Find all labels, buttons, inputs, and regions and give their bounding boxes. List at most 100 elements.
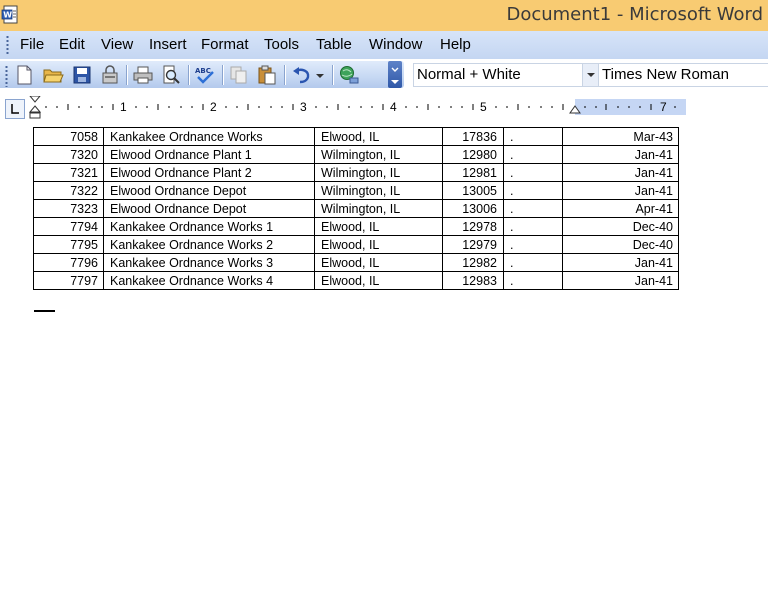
menu-view[interactable]: View [101,36,133,53]
table-cell[interactable]: Kankakee Ordnance Works 2 [103,235,315,254]
table-cell[interactable]: 7320 [33,145,104,164]
table-cell[interactable]: Mar-43 [562,127,679,146]
table-cell[interactable]: 7323 [33,199,104,218]
title-bar[interactable]: W Document1 - Microsoft Word [0,0,768,31]
table-cell[interactable]: . [503,271,563,290]
table-cell[interactable]: . [503,181,563,200]
table-cell[interactable]: 12983 [442,271,504,290]
table-cell[interactable]: Elwood, IL [314,271,443,290]
copy-icon[interactable] [228,64,250,86]
table-row[interactable]: 7322 Elwood Ordnance Depot Wilmington, IL 1… [33,181,679,200]
table-cell[interactable]: Dec-40 [562,235,679,254]
table-cell[interactable]: Elwood Ordnance Plant 1 [103,145,315,164]
table-cell[interactable]: Elwood Ordnance Plant 2 [103,163,315,182]
undo-dropdown-icon[interactable] [313,64,327,86]
undo-icon[interactable] [290,64,312,86]
style-combo[interactable]: Normal + White [413,63,600,87]
open-folder-icon[interactable] [42,64,64,86]
table-cell[interactable]: 7796 [33,253,104,272]
table-cell[interactable]: 7795 [33,235,104,254]
table-cell[interactable]: 12981 [442,163,504,182]
table-cell[interactable]: . [503,163,563,182]
print-icon[interactable] [132,64,154,86]
table-cell[interactable]: 17836 [442,127,504,146]
table-cell[interactable]: Kankakee Ordnance Works 4 [103,271,315,290]
table-cell[interactable]: Jan-41 [562,271,679,290]
table-cell[interactable]: 13005 [442,181,504,200]
menu-window[interactable]: Window [369,36,422,53]
menu-edit[interactable]: Edit [59,36,85,53]
table-row[interactable]: 7058 Kankakee Ordnance Works Elwood, IL 178… [33,127,679,146]
menu-help[interactable]: Help [440,36,471,53]
toolbar-separator [126,65,127,85]
table-row[interactable]: 7795 Kankakee Ordnance Works 2 Elwood, IL 1… [33,235,679,254]
style-dropdown-button[interactable] [582,64,599,86]
table-cell[interactable]: 12982 [442,253,504,272]
table-cell[interactable]: Elwood Ordnance Depot [103,199,315,218]
table-cell[interactable]: 7797 [33,271,104,290]
menu-bar-grip[interactable] [6,35,9,55]
table-cell[interactable]: Kankakee Ordnance Works [103,127,315,146]
menu-file[interactable]: File [20,36,44,53]
document-page[interactable]: 7058 Kankakee Ordnance Works Elwood, IL 178… [0,124,768,614]
right-indent-marker-icon[interactable] [569,105,581,115]
standard-toolbar: ABC Normal + White Times New Roman [0,59,768,91]
font-combo[interactable]: Times New Roman [598,63,768,87]
table-cell[interactable]: Kankakee Ordnance Works 3 [103,253,315,272]
spelling-icon[interactable]: ABC [194,64,216,86]
left-tab-icon [11,104,19,114]
table-cell[interactable]: Kankakee Ordnance Works 1 [103,217,315,236]
tab-stop-selector[interactable] [5,99,25,119]
permission-icon[interactable] [99,64,121,86]
table-cell[interactable]: 12980 [442,145,504,164]
table-cell[interactable]: Dec-40 [562,217,679,236]
table-cell[interactable]: 7322 [33,181,104,200]
new-document-icon[interactable] [13,64,35,86]
table-cell[interactable]: Elwood Ordnance Depot [103,181,315,200]
table-cell[interactable]: Jan-41 [562,181,679,200]
menu-tools[interactable]: Tools [264,36,299,53]
menu-insert[interactable]: Insert [149,36,187,53]
table-cell[interactable]: Jan-41 [562,253,679,272]
print-preview-icon[interactable] [160,64,182,86]
table-cell[interactable]: Wilmington, IL [314,181,443,200]
indent-markers-icon[interactable] [29,96,41,120]
table-cell[interactable]: 7321 [33,163,104,182]
table-cell[interactable]: Apr-41 [562,199,679,218]
table-cell[interactable]: Wilmington, IL [314,163,443,182]
table-cell[interactable]: Jan-41 [562,145,679,164]
menu-format[interactable]: Format [201,36,249,53]
table-cell[interactable]: Wilmington, IL [314,145,443,164]
table-cell[interactable]: Wilmington, IL [314,199,443,218]
menu-table[interactable]: Table [316,36,352,53]
table-cell[interactable]: . [503,199,563,218]
table-row[interactable]: 7797 Kankakee Ordnance Works 4 Elwood, IL 1… [33,271,679,290]
word-document-icon[interactable]: W [1,5,20,24]
table-cell[interactable]: . [503,145,563,164]
paste-icon[interactable] [256,64,278,86]
table-cell[interactable]: . [503,253,563,272]
research-icon[interactable] [338,64,360,86]
save-icon[interactable] [71,64,93,86]
table-cell[interactable]: Elwood, IL [314,253,443,272]
table-cell[interactable]: Elwood, IL [314,235,443,254]
table-row[interactable]: 7796 Kankakee Ordnance Works 3 Elwood, IL 1… [33,253,679,272]
table-cell[interactable]: 7794 [33,217,104,236]
table-row[interactable]: 7321 Elwood Ordnance Plant 2 Wilmington, I… [33,163,679,182]
table-cell[interactable]: Elwood, IL [314,217,443,236]
table-cell[interactable]: 13006 [442,199,504,218]
table-row[interactable]: 7323 Elwood Ordnance Depot Wilmington, IL 1… [33,199,679,218]
table-cell[interactable]: 12979 [442,235,504,254]
table-row[interactable]: 7320 Elwood Ordnance Plant 1 Wilmington, I… [33,145,679,164]
data-table[interactable]: 7058 Kankakee Ordnance Works Elwood, IL 178… [33,127,679,290]
table-cell[interactable]: . [503,127,563,146]
table-cell[interactable]: . [503,235,563,254]
toolbar-grip[interactable] [5,65,8,87]
table-cell[interactable]: Jan-41 [562,163,679,182]
table-cell[interactable]: 7058 [33,127,104,146]
table-row[interactable]: 7794 Kankakee Ordnance Works 1 Elwood, IL 1… [33,217,679,236]
table-cell[interactable]: Elwood, IL [314,127,443,146]
table-cell[interactable]: . [503,217,563,236]
table-cell[interactable]: 12978 [442,217,504,236]
toolbar-options-button[interactable] [388,61,402,88]
